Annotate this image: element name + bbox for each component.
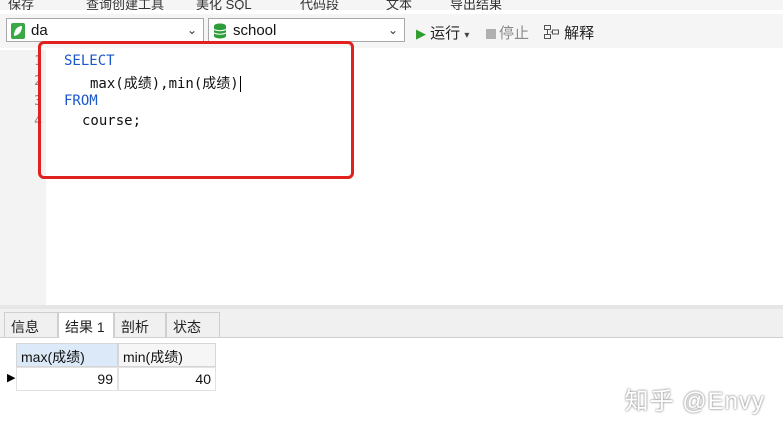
connection-value: da	[31, 22, 48, 39]
play-icon: ▶	[416, 26, 426, 41]
grid-cell[interactable]: 99	[16, 367, 118, 391]
connection-select[interactable]: da ⌄	[6, 18, 204, 42]
top-toolbar: 保存 查询创建工具 美化 SQL 代码段 文本 导出结果	[0, 0, 783, 10]
tab-info[interactable]: 信息	[4, 312, 58, 337]
tab-result-1[interactable]: 结果 1	[58, 312, 114, 338]
watermark: 知乎 @Envy	[624, 388, 765, 415]
query-builder-button[interactable]: 查询创建工具	[86, 0, 164, 10]
chevron-down-icon[interactable]: ▾	[464, 30, 469, 41]
chevron-down-icon[interactable]: ⌄	[388, 23, 398, 37]
chevron-down-icon[interactable]: ⌄	[187, 23, 197, 37]
database-icon	[213, 23, 227, 42]
stop-button[interactable]: 停止	[486, 22, 529, 43]
database-select[interactable]: school ⌄	[208, 18, 405, 42]
column-header[interactable]: max(成绩)	[16, 343, 118, 367]
tab-status[interactable]: 状态	[166, 312, 220, 337]
explain-icon	[544, 25, 564, 42]
column-header[interactable]: min(成绩)	[118, 343, 216, 367]
export-result-button[interactable]: 导出结果	[450, 0, 502, 10]
run-button[interactable]: ▶ 运行 ▾	[416, 22, 469, 43]
row-pointer-icon: ▶	[7, 372, 16, 384]
text-button[interactable]: 文本	[386, 0, 412, 10]
save-button[interactable]: 保存	[8, 0, 34, 10]
beautify-sql-button[interactable]: 美化 SQL	[196, 0, 252, 10]
result-tabs: 信息 结果 1 剖析 状态	[0, 309, 783, 338]
connection-leaf-icon	[11, 23, 25, 42]
stop-icon	[486, 29, 496, 40]
explain-button[interactable]: 解释	[544, 22, 594, 43]
grid-cell[interactable]: 40	[118, 367, 216, 391]
database-value: school	[233, 22, 277, 39]
tab-profile[interactable]: 剖析	[114, 312, 166, 337]
annotation-highlight-box	[38, 41, 354, 179]
code-snippet-button[interactable]: 代码段	[300, 0, 339, 10]
